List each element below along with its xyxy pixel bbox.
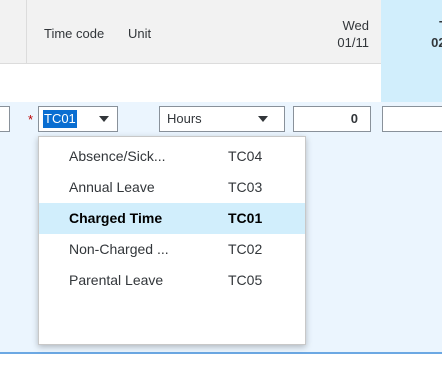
option-name: Absence/Sick... [69, 148, 166, 164]
dropdown-option[interactable]: Parental Leave TC05 [39, 265, 305, 296]
hours-value: 0 [350, 111, 358, 126]
previous-column-field[interactable] [0, 106, 10, 132]
time-code-dropdown-list: Absence/Sick... TC04 Annual Leave TC03 C… [38, 136, 306, 345]
dropdown-option[interactable]: Annual Leave TC03 [39, 172, 305, 203]
dropdown-option-selected[interactable]: Charged Time TC01 [39, 203, 305, 234]
day-date: 01/11 [337, 35, 369, 50]
unit-select[interactable]: Hours [159, 106, 285, 132]
day-date: 02/11 [431, 35, 442, 50]
unit-column-header: Unit [128, 26, 152, 41]
day-column-header-wed: Wed 01/11 [292, 17, 369, 51]
option-name: Parental Leave [69, 272, 164, 288]
hours-input-thu[interactable]: 0 [382, 106, 442, 132]
day-weekday: Thu [381, 17, 442, 34]
unit-separator [246, 107, 247, 131]
required-marker: * [28, 112, 34, 127]
next-row [0, 354, 442, 367]
column-separator [26, 0, 27, 64]
table-header: Time code Unit Wed 01/11 Thu 02/11 [0, 0, 442, 64]
dropdown-option[interactable]: Absence/Sick... TC04 [39, 141, 305, 172]
option-code: TC02 [228, 241, 263, 257]
hours-input-wed[interactable]: 0 [293, 106, 371, 132]
option-code: TC03 [228, 179, 263, 195]
option-code: TC01 [228, 210, 263, 226]
day-weekday: Wed [342, 18, 370, 33]
option-name: Charged Time [69, 210, 163, 226]
option-code: TC05 [228, 272, 263, 288]
unit-value: Hours [167, 111, 202, 126]
option-name: Non-Charged ... [69, 241, 169, 257]
day-column-header-thu: Thu 02/11 [381, 0, 442, 64]
option-name: Annual Leave [69, 179, 155, 195]
option-code: TC04 [228, 148, 263, 164]
time-code-column-header: Time code [44, 26, 105, 41]
time-code-select[interactable]: TC01 [38, 106, 118, 132]
summary-row [0, 64, 442, 102]
time-code-value[interactable]: TC01 [43, 110, 77, 128]
today-column-highlight [381, 64, 442, 102]
chevron-down-icon[interactable] [248, 107, 278, 131]
chevron-down-icon[interactable] [89, 107, 119, 131]
dropdown-option[interactable]: Non-Charged ... TC02 [39, 234, 305, 265]
